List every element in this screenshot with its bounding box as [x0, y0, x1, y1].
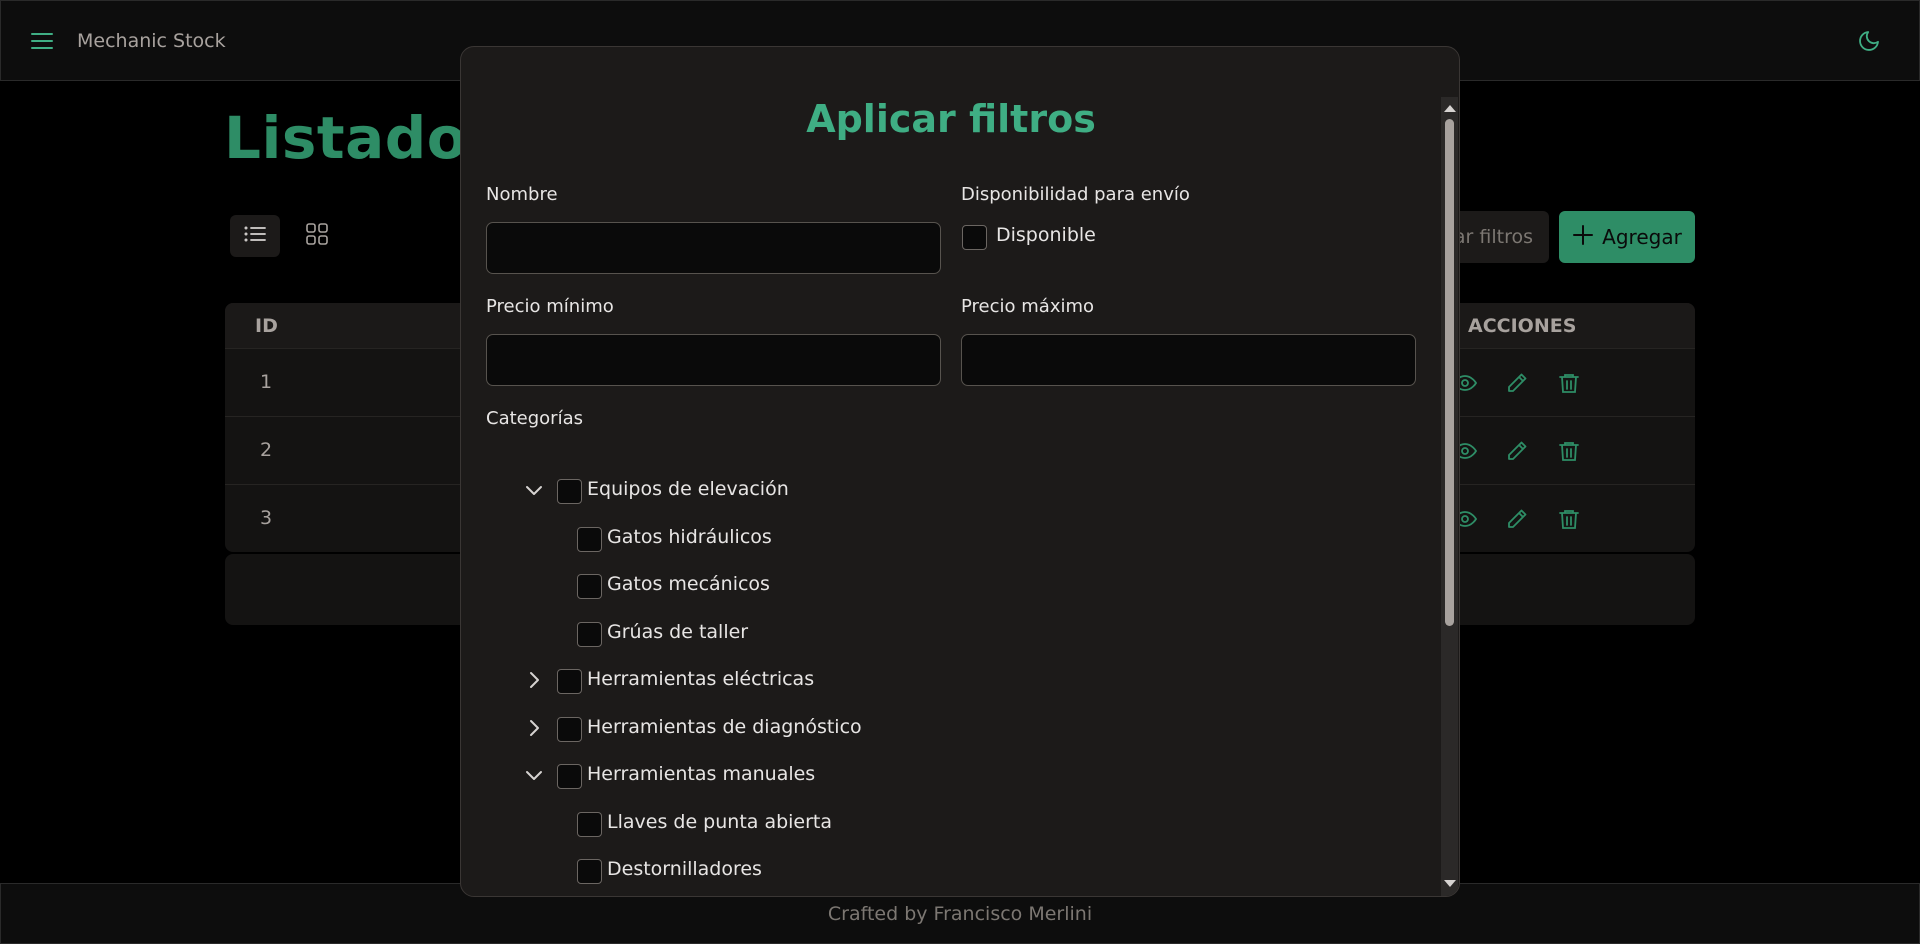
modal-title: Aplicar filtros [806, 97, 1096, 141]
category-checkbox-gatos-mecanicos[interactable] [577, 574, 602, 599]
grid-icon [306, 223, 328, 249]
category-label-gatos-mecanicos: Gatos mecánicos [607, 573, 770, 595]
scroll-up-arrow-icon[interactable] [1444, 105, 1456, 112]
available-checkbox-label: Disponible [996, 224, 1096, 246]
delete-icon[interactable] [1557, 507, 1581, 531]
availability-label: Disponibilidad para envío [961, 184, 1190, 205]
max-price-input[interactable] [961, 334, 1416, 386]
scrollbar-thumb[interactable] [1445, 119, 1454, 626]
scroll-down-arrow-icon[interactable] [1444, 880, 1456, 887]
max-price-label: Precio máximo [961, 296, 1095, 317]
edit-icon[interactable] [1505, 439, 1529, 463]
app-title[interactable]: Mechanic Stock [77, 30, 226, 52]
available-checkbox[interactable] [962, 225, 987, 250]
filters-modal: Aplicar filtros Nombre Disponibilidad pa… [460, 46, 1460, 897]
category-label-gatos-hidraulicos: Gatos hidráulicos [607, 526, 772, 548]
category-checkbox-herramientas-electricas[interactable] [557, 669, 582, 694]
row-id: 1 [260, 371, 273, 393]
category-label-herramientas-electricas: Herramientas eléctricas [587, 668, 815, 690]
hamburger-icon[interactable] [29, 30, 55, 52]
view-toggle [230, 215, 342, 257]
column-header-id: ID [255, 315, 278, 337]
grid-view-button[interactable] [292, 215, 342, 257]
plus-icon [1572, 224, 1594, 251]
chevron-down-icon[interactable] [524, 480, 544, 500]
footer-credit: Crafted by Francisco Merlini [827, 902, 1093, 925]
delete-icon[interactable] [1557, 439, 1581, 463]
add-button-label: Agregar [1602, 225, 1682, 249]
category-checkbox-gatos-hidraulicos[interactable] [577, 527, 602, 552]
category-checkbox-destornilladores[interactable] [577, 859, 602, 884]
category-label-herramientas-diagnostico: Herramientas de diagnóstico [587, 716, 862, 738]
chevron-down-icon[interactable] [524, 765, 544, 785]
delete-icon[interactable] [1557, 371, 1581, 395]
category-label-gruas-taller: Grúas de taller [607, 621, 749, 643]
clear-filters-label: ar filtros [1453, 226, 1533, 248]
add-button[interactable]: Agregar [1559, 211, 1695, 263]
category-label-destornilladores: Destornilladores [607, 858, 762, 880]
category-checkbox-llaves-punta-abierta[interactable] [577, 812, 602, 837]
list-icon [244, 225, 266, 247]
category-checkbox-herramientas-manuales[interactable] [557, 764, 582, 789]
row-id: 3 [260, 507, 273, 529]
category-label-herramientas-manuales: Herramientas manuales [587, 763, 816, 785]
name-input[interactable] [486, 222, 941, 274]
category-label-llaves-punta-abierta: Llaves de punta abierta [607, 811, 833, 833]
category-checkbox-herramientas-diagnostico[interactable] [557, 717, 582, 742]
moon-icon[interactable] [1857, 29, 1881, 53]
category-checkbox-equipos-elevacion[interactable] [557, 479, 582, 504]
chevron-right-icon[interactable] [524, 670, 544, 690]
row-id: 2 [260, 439, 273, 461]
list-view-button[interactable] [230, 215, 280, 257]
min-price-label: Precio mínimo [486, 296, 614, 317]
chevron-right-icon[interactable] [524, 718, 544, 738]
category-label-equipos-elevacion: Equipos de elevación [587, 478, 789, 500]
edit-icon[interactable] [1505, 371, 1529, 395]
category-checkbox-gruas-taller[interactable] [577, 622, 602, 647]
name-label: Nombre [486, 184, 558, 205]
categories-label: Categorías [486, 408, 583, 429]
min-price-input[interactable] [486, 334, 941, 386]
column-header-actions: ACCIONES [1468, 315, 1577, 337]
edit-icon[interactable] [1505, 507, 1529, 531]
